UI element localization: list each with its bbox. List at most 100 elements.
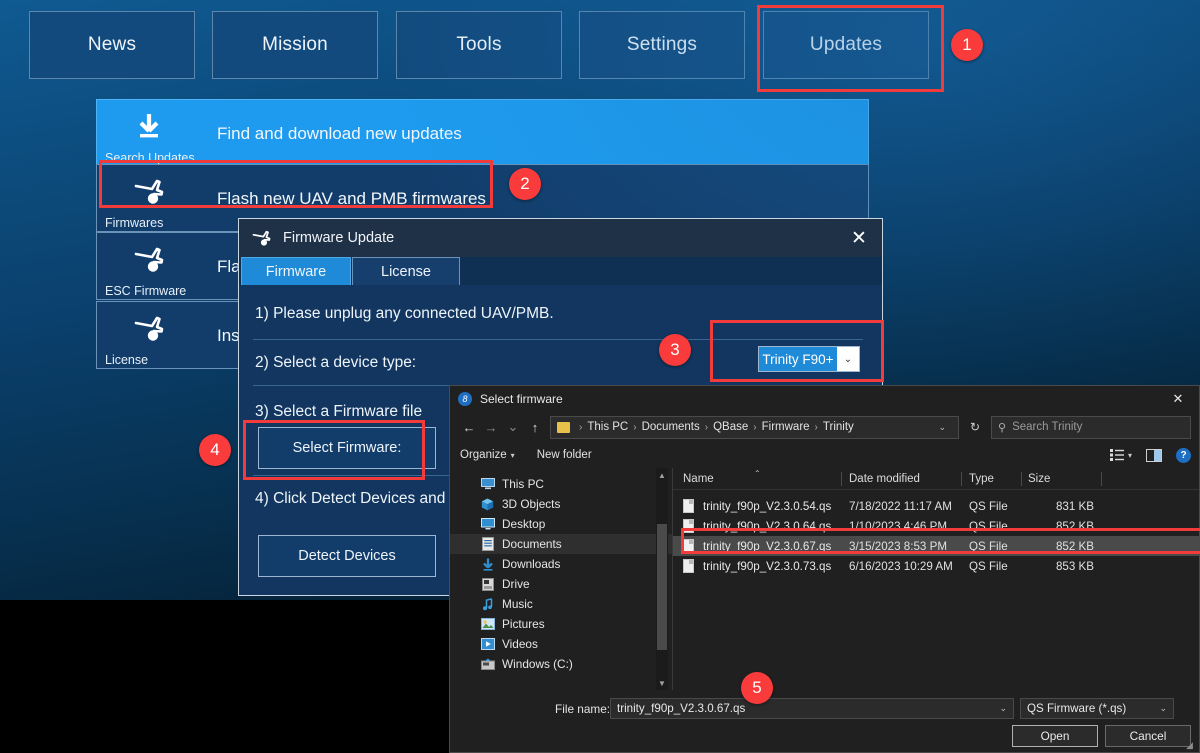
tree-item-drive[interactable]: Drive [450, 574, 672, 594]
new-folder-button[interactable]: New folder [537, 449, 592, 461]
file-type: QS File [969, 519, 1008, 533]
file-icon [683, 539, 694, 553]
view-list-icon[interactable]: ▾ [1109, 449, 1132, 461]
chevron-down-icon: ▾ [1127, 450, 1132, 460]
file-name: trinity_f90p_V2.3.0.64.qs [703, 519, 832, 533]
tree-item-3d-objects[interactable]: 3D Objects [450, 494, 672, 514]
chevron-down-icon[interactable]: ⌄ [1159, 703, 1167, 714]
file-size: 852 KB [1055, 539, 1094, 553]
breadcrumb-item-trinity[interactable]: Trinity [823, 421, 854, 433]
resize-grip-icon[interactable]: ◢ [1186, 740, 1196, 750]
forward-icon[interactable]: → [480, 415, 502, 439]
nav-button-tools[interactable]: Tools [396, 11, 562, 79]
chevron-down-icon[interactable]: ⌄ [930, 422, 954, 433]
back-icon[interactable]: ← [458, 415, 480, 439]
help-icon[interactable]: ? [1176, 447, 1191, 463]
breadcrumb-separator: › [633, 421, 637, 433]
tile-search-updates[interactable]: Find and download new updates Search Upd… [96, 99, 869, 167]
breadcrumb[interactable]: › This PC › Documents › QBase › Firmware… [550, 415, 959, 439]
tile-description: Ins [217, 326, 240, 345]
breadcrumb-item-qbase[interactable]: QBase [713, 421, 748, 433]
column-header-size[interactable]: Size [1028, 473, 1050, 485]
file-dialog-navbar: ← → ⌄ ↑ › This PC › Documents › QBase › … [450, 412, 1199, 442]
tree-item-label: 3D Objects [502, 497, 561, 511]
tree-item-label: This PC [502, 477, 544, 491]
toolbar-right-group: ▾ ? [1109, 447, 1191, 463]
file-type-dropdown[interactable]: QS Firmware (*.qs) ⌄ [1020, 698, 1174, 719]
table-row[interactable]: trinity_f90p_V2.3.0.64.qs 1/10/2023 4:46… [673, 516, 1199, 536]
tree-item-downloads[interactable]: Downloads [450, 554, 672, 574]
file-dialog-title: Select firmware [480, 392, 563, 406]
column-divider[interactable] [1101, 472, 1102, 486]
tree-item-this-pc[interactable]: This PC [450, 474, 672, 494]
tree-item-pictures[interactable]: Pictures [450, 614, 672, 634]
tree-scrollbar[interactable]: ▲ ▼ [656, 468, 668, 690]
tab-license[interactable]: License [352, 257, 460, 285]
preview-pane-icon[interactable] [1146, 448, 1162, 462]
tree-item-music[interactable]: Music [450, 594, 672, 614]
device-type-dropdown[interactable]: Trinity F90+ ⌄ [758, 346, 860, 372]
close-icon[interactable]: ✕ [836, 219, 882, 257]
step-2-text: 2) Select a device type: [255, 354, 417, 371]
download-icon [123, 106, 175, 148]
app-icon: 8 [458, 392, 472, 406]
search-icon: ⚲ [998, 421, 1007, 434]
breadcrumb-item-this-pc[interactable]: This PC [587, 421, 628, 433]
file-name-input[interactable]: trinity_f90p_V2.3.0.67.qs ⌄ [610, 698, 1014, 719]
file-dialog-main: This PC 3D Objects Desktop Documents Dow… [450, 468, 1199, 690]
close-icon[interactable]: ✕ [1157, 386, 1199, 412]
device-type-value: Trinity F90+ [759, 347, 837, 371]
breadcrumb-item-documents[interactable]: Documents [642, 421, 700, 433]
nav-button-news[interactable]: News [29, 11, 195, 79]
column-divider[interactable] [841, 472, 842, 486]
table-row[interactable]: trinity_f90p_V2.3.0.54.qs 7/18/2022 11:1… [673, 496, 1199, 516]
file-type: QS File [969, 559, 1008, 573]
tree-item-desktop[interactable]: Desktop [450, 514, 672, 534]
open-button[interactable]: Open [1012, 725, 1098, 747]
divider [253, 339, 863, 340]
recent-locations-icon[interactable]: ⌄ [502, 415, 524, 439]
nav-button-mission[interactable]: Mission [212, 11, 378, 79]
table-row[interactable]: trinity_f90p_V2.3.0.73.qs 6/16/2023 10:2… [673, 556, 1199, 576]
breadcrumb-separator: › [814, 421, 818, 433]
tree-item-label: Videos [502, 637, 538, 651]
organize-button[interactable]: Organize ▾ [460, 449, 515, 461]
column-header-type[interactable]: Type [969, 473, 994, 485]
tree-item-label: Drive [502, 577, 530, 591]
navigation-tree: This PC 3D Objects Desktop Documents Dow… [450, 468, 672, 690]
uav-icon [123, 171, 175, 213]
tab-firmware[interactable]: Firmware [241, 257, 351, 285]
file-type: QS File [969, 539, 1008, 553]
column-divider[interactable] [961, 472, 962, 486]
nav-button-updates[interactable]: Updates [763, 11, 929, 79]
tile-title: Search Updates [105, 151, 195, 165]
file-name: trinity_f90p_V2.3.0.67.qs [703, 539, 832, 553]
file-icon [683, 519, 694, 533]
select-firmware-button[interactable]: Select Firmware: [258, 427, 436, 469]
firmware-dialog-titlebar: Firmware Update ✕ [239, 219, 882, 257]
file-date: 1/10/2023 4:46 PM [849, 519, 947, 533]
chevron-down-icon: ▾ [510, 450, 515, 460]
documents-icon [480, 537, 495, 551]
column-divider[interactable] [1021, 472, 1022, 486]
search-input[interactable]: ⚲ Search Trinity [991, 415, 1191, 439]
column-header-name[interactable]: Name [683, 473, 714, 485]
nav-label: News [87, 34, 137, 55]
scroll-up-icon[interactable]: ▲ [656, 468, 668, 482]
cancel-button[interactable]: Cancel [1105, 725, 1191, 747]
column-header-date-modified[interactable]: Date modified [849, 473, 920, 485]
breadcrumb-item-firmware[interactable]: Firmware [762, 421, 810, 433]
tree-item-documents[interactable]: Documents [450, 534, 672, 554]
file-list-header: Name ⌃ Date modified Type Size [673, 468, 1199, 490]
tree-item-windows-c[interactable]: Windows (C:) [450, 654, 672, 674]
refresh-icon[interactable]: ↻ [965, 416, 985, 439]
scrollbar-thumb[interactable] [657, 524, 667, 650]
chevron-down-icon[interactable]: ⌄ [999, 703, 1007, 714]
scroll-down-icon[interactable]: ▼ [656, 676, 668, 690]
up-icon[interactable]: ↑ [524, 415, 546, 439]
nav-button-settings[interactable]: Settings [579, 11, 745, 79]
detect-devices-button[interactable]: Detect Devices [258, 535, 436, 577]
table-row[interactable]: trinity_f90p_V2.3.0.67.qs 3/15/2023 8:53… [673, 536, 1199, 556]
nav-label: Tools [456, 34, 502, 55]
tree-item-videos[interactable]: Videos [450, 634, 672, 654]
